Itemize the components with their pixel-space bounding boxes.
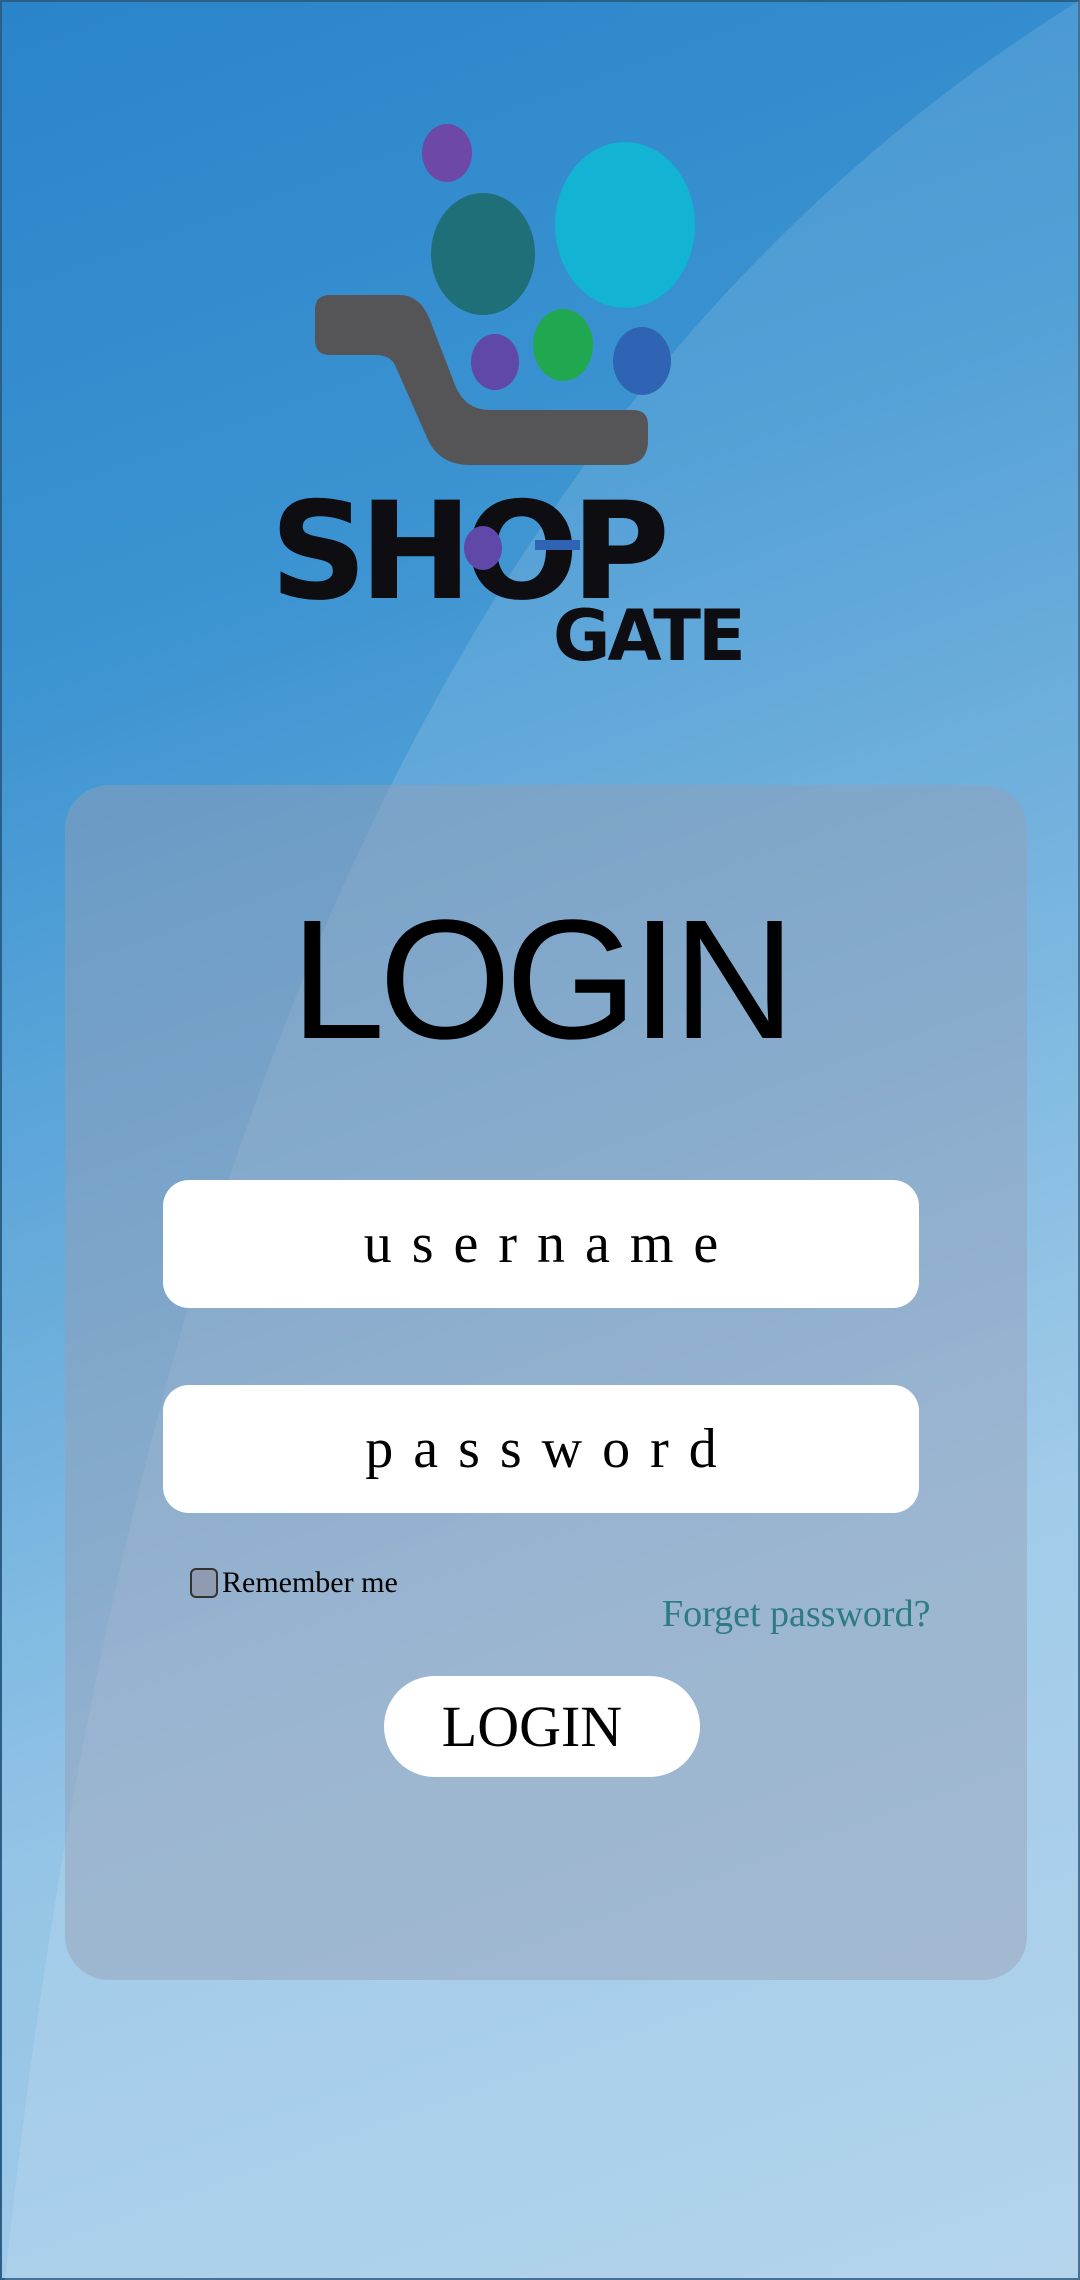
- remember-me-row: Remember me: [190, 1566, 398, 1600]
- shopping-cart-with-bubbles-icon: SHOP GATE: [270, 124, 746, 677]
- login-button[interactable]: LOGIN: [384, 1676, 700, 1777]
- password-placeholder: password: [365, 1418, 737, 1480]
- remember-me-checkbox[interactable]: [190, 1568, 218, 1598]
- username-placeholder: username: [363, 1213, 739, 1275]
- login-button-label: LOGIN: [441, 1694, 623, 1759]
- svg-text:GATE: GATE: [553, 595, 743, 670]
- forgot-password-link[interactable]: Forget password?: [662, 1592, 930, 1636]
- username-field[interactable]: username: [163, 1180, 919, 1308]
- shopgate-logo: SHOP GATE: [270, 120, 790, 677]
- remember-me-label: Remember me: [222, 1566, 398, 1599]
- login-title: LOGIN: [290, 885, 795, 1075]
- password-field[interactable]: password: [163, 1385, 919, 1513]
